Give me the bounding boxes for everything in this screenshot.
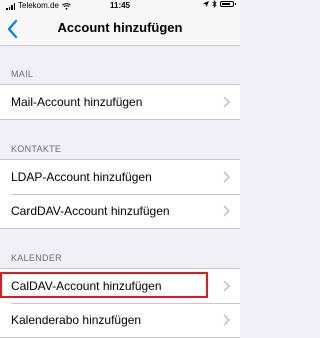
list-item-mail-account[interactable]: Mail-Account hinzufügen bbox=[0, 85, 240, 119]
battery-icon bbox=[220, 1, 236, 7]
section-header-kalender: KALENDER bbox=[11, 253, 62, 263]
status-indicators bbox=[203, 0, 236, 8]
chevron-right-icon bbox=[223, 280, 230, 292]
kalender-group: CalDAV-Account hinzufügen Kalenderabo hi… bbox=[0, 268, 240, 338]
navigation-bar: Account hinzufügen bbox=[0, 12, 240, 46]
list-item-ldap-account[interactable]: LDAP-Account hinzufügen bbox=[0, 160, 240, 194]
list-item-label: LDAP-Account hinzufügen bbox=[11, 170, 152, 184]
chevron-right-icon bbox=[223, 171, 230, 183]
list-item-label: CardDAV-Account hinzufügen bbox=[11, 204, 170, 218]
chevron-right-icon bbox=[223, 314, 230, 326]
list-item-caldav-account[interactable]: CalDAV-Account hinzufügen bbox=[0, 269, 240, 303]
location-arrow-icon bbox=[203, 1, 209, 7]
page-title: Account hinzufügen bbox=[57, 20, 183, 35]
list-item-label: Mail-Account hinzufügen bbox=[11, 95, 143, 109]
bluetooth-icon bbox=[212, 0, 217, 8]
list-item-carddav-account[interactable]: CardDAV-Account hinzufügen bbox=[0, 194, 240, 228]
list-item-label: Kalenderabo hinzufügen bbox=[11, 313, 142, 327]
chevron-right-icon bbox=[223, 96, 230, 108]
list-item-label: CalDAV-Account hinzufügen bbox=[11, 279, 162, 293]
list-item-kalenderabo[interactable]: Kalenderabo hinzufügen bbox=[0, 303, 240, 337]
chevron-right-icon bbox=[223, 205, 230, 217]
section-header-kontakte: KONTAKTE bbox=[11, 144, 62, 154]
kontakte-group: LDAP-Account hinzufügen CardDAV-Account … bbox=[0, 159, 240, 229]
mail-group: Mail-Account hinzufügen bbox=[0, 84, 240, 120]
status-bar: Telekom.de 11:45 bbox=[0, 0, 240, 12]
section-header-mail: MAIL bbox=[11, 69, 34, 79]
